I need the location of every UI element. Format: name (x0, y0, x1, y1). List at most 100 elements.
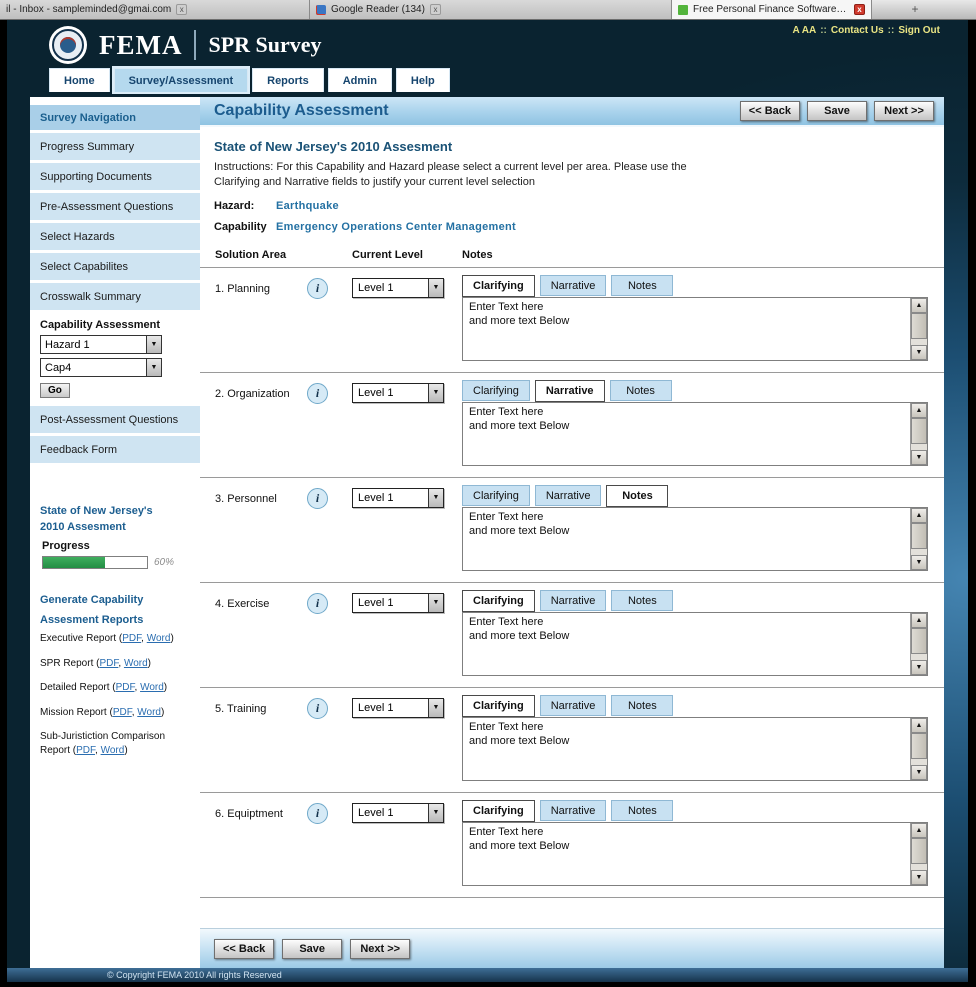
chevron-down-icon[interactable]: ▼ (428, 804, 443, 822)
sidebar-item-supporting-documents[interactable]: Supporting Documents (30, 163, 200, 190)
tab-notes[interactable]: Notes (610, 380, 672, 401)
tab-notes[interactable]: Notes (611, 275, 673, 296)
chevron-down-icon[interactable]: ▼ (428, 384, 443, 402)
scrollbar[interactable]: ▲▼ (910, 403, 927, 465)
back-button[interactable]: << Back (740, 101, 800, 121)
tab-survey-assessment[interactable]: Survey/Assessment (114, 68, 249, 92)
spr-report-word-link[interactable]: Word (124, 658, 148, 669)
hazard-select[interactable]: Hazard 1 ▼ (40, 335, 162, 354)
next-button[interactable]: Next >> (350, 939, 410, 959)
capability-select[interactable]: Cap4 ▼ (40, 358, 162, 377)
info-icon[interactable]: i (307, 383, 328, 404)
mission-report-pdf-link[interactable]: PDF (113, 707, 132, 718)
scrollbar[interactable]: ▲▼ (910, 718, 927, 780)
tab-reports[interactable]: Reports (252, 68, 324, 92)
current-level-select[interactable]: Level 1▼ (352, 698, 444, 718)
info-icon[interactable]: i (307, 593, 328, 614)
browser-tab-finance[interactable]: Free Personal Finance Software, ... x (672, 0, 872, 19)
scrollbar[interactable]: ▲▼ (910, 613, 927, 675)
back-button[interactable]: << Back (214, 939, 274, 959)
contact-us-link[interactable]: Contact Us (831, 25, 884, 36)
scroll-down-icon[interactable]: ▼ (911, 345, 927, 360)
font-size-control[interactable]: A AA (792, 25, 816, 36)
sub-juristiction-report-pdf-link[interactable]: PDF (76, 745, 95, 756)
sidebar-item-crosswalk-summary[interactable]: Crosswalk Summary (30, 283, 200, 310)
tab-narrative[interactable]: Narrative (535, 485, 602, 506)
scroll-up-icon[interactable]: ▲ (911, 718, 927, 733)
sub-juristiction-report-word-link[interactable]: Word (101, 745, 125, 756)
tab-narrative[interactable]: Narrative (535, 380, 605, 402)
scrollbar[interactable]: ▲▼ (910, 298, 927, 360)
sidebar-item-select-capabilities[interactable]: Select Capabilites (30, 253, 200, 280)
scroll-down-icon[interactable]: ▼ (911, 765, 927, 780)
current-level-select[interactable]: Level 1▼ (352, 803, 444, 823)
new-tab-button[interactable]: + (904, 0, 926, 19)
sidebar-item-select-hazards[interactable]: Select Hazards (30, 223, 200, 250)
notes-textarea[interactable]: Enter Text here and more text Below ▲▼ (462, 612, 928, 676)
scroll-up-icon[interactable]: ▲ (911, 403, 927, 418)
notes-textarea[interactable]: Enter Text here and more text Below ▲▼ (462, 402, 928, 466)
browser-tab-mail[interactable]: il - Inbox - sampleminded@gmai.com x (0, 0, 310, 19)
browser-tab-google-reader[interactable]: Google Reader (134) x (310, 0, 672, 19)
scroll-up-icon[interactable]: ▲ (911, 613, 927, 628)
tab-notes[interactable]: Notes (606, 485, 668, 507)
current-level-select[interactable]: Level 1▼ (352, 383, 444, 403)
sidebar-item-post-assessment-questions[interactable]: Post-Assessment Questions (30, 406, 200, 433)
next-button[interactable]: Next >> (874, 101, 934, 121)
scroll-down-icon[interactable]: ▼ (911, 660, 927, 675)
close-icon[interactable]: x (854, 4, 865, 15)
scroll-thumb[interactable] (911, 628, 927, 654)
chevron-down-icon[interactable]: ▼ (146, 336, 161, 353)
spr-report-pdf-link[interactable]: PDF (99, 658, 118, 669)
close-icon[interactable]: x (430, 4, 441, 15)
sidebar-item-progress-summary[interactable]: Progress Summary (30, 133, 200, 160)
scroll-thumb[interactable] (911, 838, 927, 864)
save-button[interactable]: Save (282, 939, 342, 959)
current-level-select[interactable]: Level 1▼ (352, 278, 444, 298)
chevron-down-icon[interactable]: ▼ (146, 359, 161, 376)
save-button[interactable]: Save (807, 101, 867, 121)
close-icon[interactable]: x (176, 4, 187, 15)
tab-clarifying[interactable]: Clarifying (462, 275, 535, 297)
scroll-up-icon[interactable]: ▲ (911, 823, 927, 838)
detailed-report-pdf-link[interactable]: PDF (116, 682, 135, 693)
scroll-down-icon[interactable]: ▼ (911, 450, 927, 465)
notes-textarea[interactable]: Enter Text here and more text Below ▲▼ (462, 822, 928, 886)
scroll-thumb[interactable] (911, 733, 927, 759)
tab-notes[interactable]: Notes (611, 590, 673, 611)
chevron-down-icon[interactable]: ▼ (428, 489, 443, 507)
tab-admin[interactable]: Admin (328, 68, 392, 92)
tab-clarifying[interactable]: Clarifying (462, 800, 535, 822)
info-icon[interactable]: i (307, 803, 328, 824)
scroll-thumb[interactable] (911, 418, 927, 444)
info-icon[interactable]: i (307, 488, 328, 509)
tab-narrative[interactable]: Narrative (540, 695, 607, 716)
current-level-select[interactable]: Level 1▼ (352, 593, 444, 613)
notes-textarea[interactable]: Enter Text here and more text Below ▲▼ (462, 297, 928, 361)
notes-textarea[interactable]: Enter Text here and more text Below ▲▼ (462, 717, 928, 781)
tab-clarifying[interactable]: Clarifying (462, 380, 530, 401)
scroll-down-icon[interactable]: ▼ (911, 555, 927, 570)
tab-clarifying[interactable]: Clarifying (462, 695, 535, 717)
tab-clarifying[interactable]: Clarifying (462, 485, 530, 506)
scroll-thumb[interactable] (911, 313, 927, 339)
mission-report-word-link[interactable]: Word (137, 707, 161, 718)
detailed-report-word-link[interactable]: Word (140, 682, 164, 693)
notes-textarea[interactable]: Enter Text here and more text Below ▲▼ (462, 507, 928, 571)
scrollbar[interactable]: ▲▼ (910, 823, 927, 885)
chevron-down-icon[interactable]: ▼ (428, 699, 443, 717)
chevron-down-icon[interactable]: ▼ (428, 279, 443, 297)
sidebar-item-feedback-form[interactable]: Feedback Form (30, 436, 200, 463)
tab-clarifying[interactable]: Clarifying (462, 590, 535, 612)
sign-out-link[interactable]: Sign Out (898, 25, 940, 36)
scrollbar[interactable]: ▲▼ (910, 508, 927, 570)
scroll-up-icon[interactable]: ▲ (911, 298, 927, 313)
tab-notes[interactable]: Notes (611, 800, 673, 821)
current-level-select[interactable]: Level 1▼ (352, 488, 444, 508)
go-button[interactable]: Go (40, 383, 70, 398)
tab-help[interactable]: Help (396, 68, 450, 92)
tab-narrative[interactable]: Narrative (540, 590, 607, 611)
tab-narrative[interactable]: Narrative (540, 275, 607, 296)
executive-report-pdf-link[interactable]: PDF (122, 633, 141, 644)
tab-narrative[interactable]: Narrative (540, 800, 607, 821)
